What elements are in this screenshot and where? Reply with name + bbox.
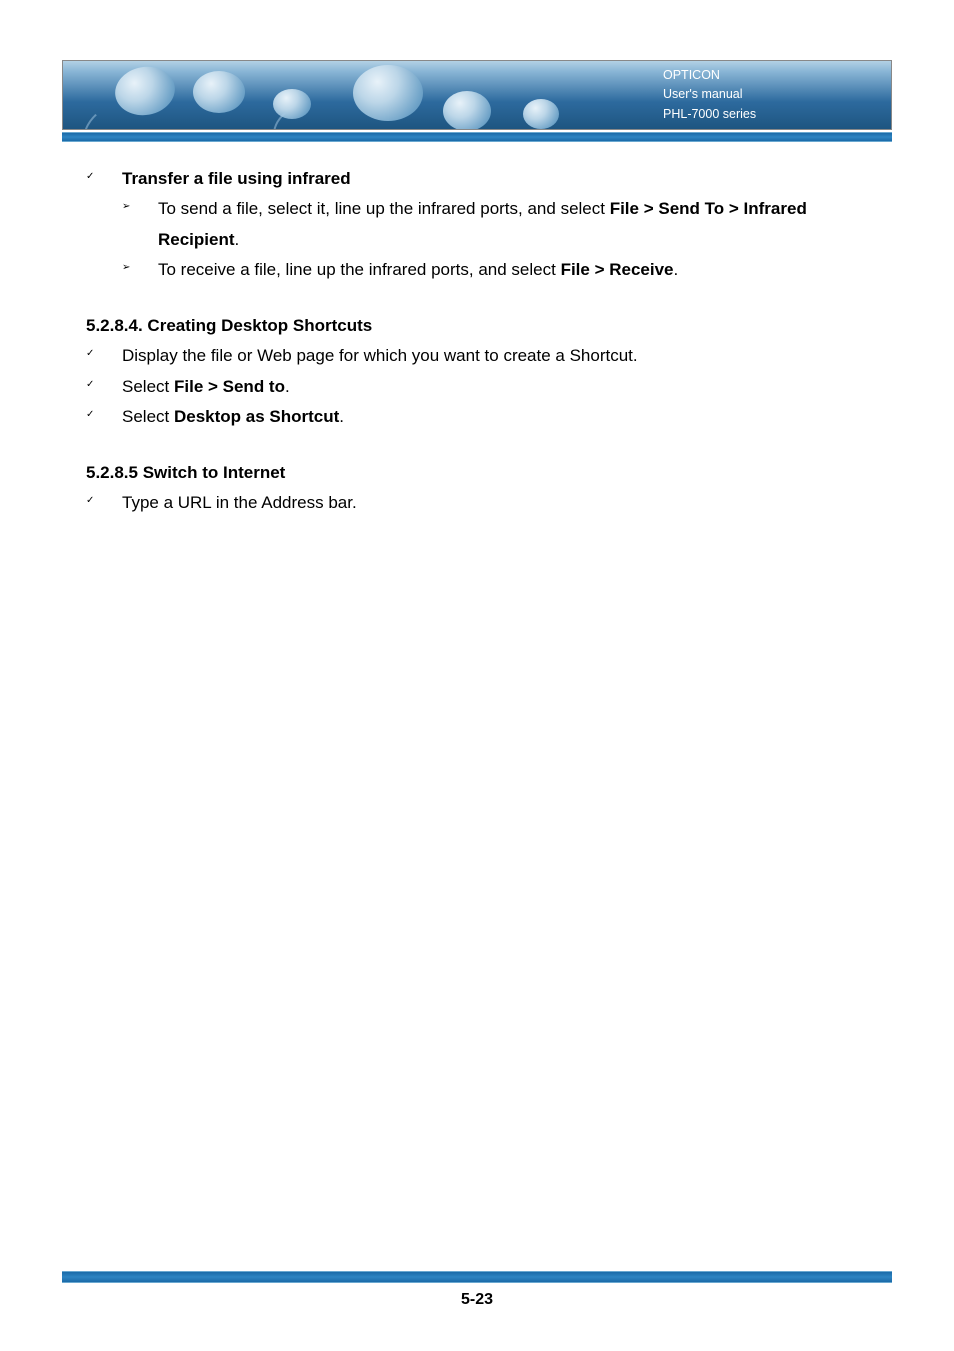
page-header: OPTICON User's manual PHL-7000 series bbox=[0, 0, 954, 142]
check-icon: ✓ bbox=[86, 341, 122, 371]
list-item: ✓ Select File > Send to. bbox=[86, 372, 868, 402]
list-item-text: Select File > Send to. bbox=[122, 372, 868, 402]
sublist-item: ➢ To send a file, select it, line up the… bbox=[122, 194, 868, 255]
check-icon: ✓ bbox=[86, 402, 122, 432]
sublist-item-text: To send a file, select it, line up the i… bbox=[158, 194, 868, 255]
page-footer: 5-23 bbox=[62, 1271, 892, 1309]
triangle-icon: ➢ bbox=[122, 194, 158, 255]
decorative-blob bbox=[523, 99, 559, 129]
list-item-text: Select Desktop as Shortcut. bbox=[122, 402, 868, 432]
check-icon: ✓ bbox=[86, 164, 122, 194]
banner-graphic bbox=[63, 61, 663, 129]
page-number: 5-23 bbox=[62, 1283, 892, 1309]
footer-accent-bar bbox=[62, 1271, 892, 1283]
header-text-block: OPTICON User's manual PHL-7000 series bbox=[663, 66, 891, 124]
section-heading: 5.2.8.4. Creating Desktop Shortcuts bbox=[86, 311, 868, 341]
header-banner: OPTICON User's manual PHL-7000 series bbox=[62, 60, 892, 130]
list-item-text: Type a URL in the Address bar. bbox=[122, 488, 868, 518]
list-item: ✓ Display the file or Web page for which… bbox=[86, 341, 868, 371]
list-item-title: Transfer a file using infrared bbox=[122, 164, 868, 194]
list-item: ✓ Type a URL in the Address bar. bbox=[86, 488, 868, 518]
list-item: ✓ Transfer a file using infrared bbox=[86, 164, 868, 194]
sublist-item: ➢ To receive a file, line up the infrare… bbox=[122, 255, 868, 285]
list-item-text: Display the file or Web page for which y… bbox=[122, 341, 868, 371]
header-brand: OPTICON bbox=[663, 66, 871, 85]
header-accent-bar bbox=[62, 132, 892, 142]
check-icon: ✓ bbox=[86, 488, 122, 518]
decorative-blob bbox=[443, 91, 491, 130]
header-doctype: User's manual bbox=[663, 85, 871, 104]
section-heading: 5.2.8.5 Switch to Internet bbox=[86, 458, 868, 488]
triangle-icon: ➢ bbox=[122, 255, 158, 285]
list-item: ✓ Select Desktop as Shortcut. bbox=[86, 402, 868, 432]
page-content: ✓ Transfer a file using infrared ➢ To se… bbox=[0, 142, 954, 519]
header-series: PHL-7000 series bbox=[663, 105, 871, 124]
sublist-item-text: To receive a file, line up the infrared … bbox=[158, 255, 868, 285]
check-icon: ✓ bbox=[86, 372, 122, 402]
